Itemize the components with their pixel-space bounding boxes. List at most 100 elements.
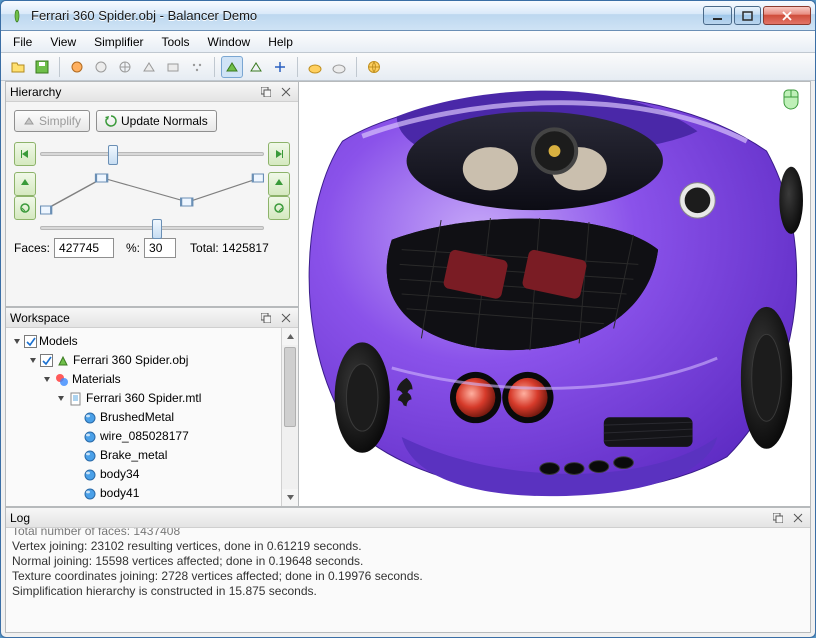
render-points-icon[interactable]	[186, 56, 208, 78]
undock-icon[interactable]	[258, 311, 274, 325]
menu-window[interactable]: Window	[200, 33, 259, 51]
open-icon[interactable]	[7, 56, 29, 78]
shade-smooth-icon[interactable]	[221, 56, 243, 78]
slider-step-forward-icon[interactable]	[268, 142, 290, 166]
shade-normals-icon[interactable]	[269, 56, 291, 78]
material-icon	[82, 448, 98, 464]
menu-view[interactable]: View	[42, 33, 84, 51]
range-slider[interactable]	[40, 226, 264, 230]
tree-row-file[interactable]: Ferrari 360 Spider.obj	[12, 351, 281, 370]
mesh-icon	[55, 353, 71, 369]
workspace-title: Workspace	[10, 311, 254, 325]
slider-thumb[interactable]	[108, 145, 118, 165]
workspace-header: Workspace	[6, 308, 298, 328]
collapse-icon[interactable]	[42, 375, 52, 385]
shade-flat-icon[interactable]	[245, 56, 267, 78]
faces-input[interactable]	[54, 238, 114, 258]
menu-file[interactable]: File	[5, 33, 40, 51]
maximize-button[interactable]	[734, 6, 761, 25]
tree-row-mtl[interactable]: Ferrari 360 Spider.mtl	[12, 389, 281, 408]
material-icon	[82, 410, 98, 426]
material-icon	[82, 505, 98, 507]
stats-row: Faces: %: Total: 1425817	[14, 238, 290, 258]
close-panel-icon[interactable]	[278, 311, 294, 325]
slider-step-back-icon[interactable]	[14, 142, 36, 166]
curve-editor[interactable]	[40, 172, 264, 218]
toolbar-separator	[214, 57, 215, 77]
slider-thumb[interactable]	[152, 219, 162, 239]
tree-row-models[interactable]: Models	[12, 332, 281, 351]
save-icon[interactable]	[31, 56, 53, 78]
workspace-body: Models Ferrari 360 Spider.obj Materials	[6, 328, 298, 506]
render-solid-icon[interactable]	[90, 56, 112, 78]
tree-row-material[interactable]: Brake_metal	[12, 446, 281, 465]
update-normals-button[interactable]: Update Normals	[96, 110, 217, 132]
tree-row-material[interactable]: wire_085028177	[12, 427, 281, 446]
tree-row-material[interactable]: body34	[12, 465, 281, 484]
tree-label: body34	[100, 466, 139, 483]
window-title: Ferrari 360 Spider.obj - Balancer Demo	[31, 8, 695, 23]
toolbar-separator	[297, 57, 298, 77]
percent-input[interactable]	[144, 238, 176, 258]
menu-help[interactable]: Help	[260, 33, 301, 51]
curve-top-left-icon[interactable]	[14, 172, 36, 196]
curve-bottom-right-icon[interactable]	[268, 196, 290, 220]
light-back-icon[interactable]	[328, 56, 350, 78]
percent-label: %:	[126, 241, 140, 255]
curve-top-right-icon[interactable]	[268, 172, 290, 196]
material-icon	[82, 429, 98, 445]
close-button[interactable]	[763, 6, 811, 25]
minimize-button[interactable]	[703, 6, 732, 25]
tree-row-material[interactable]: BrushedMetal	[12, 408, 281, 427]
toolbar	[1, 53, 815, 81]
tree-row-materials[interactable]: Materials	[12, 370, 281, 389]
scroll-up-icon[interactable]	[282, 328, 298, 345]
tree-label: wire_085028177	[100, 428, 189, 445]
hierarchy-panel: Hierarchy Simplify Update Normals	[5, 81, 299, 307]
hierarchy-title: Hierarchy	[10, 85, 254, 99]
render-textured-icon[interactable]	[66, 56, 88, 78]
material-icon	[82, 467, 98, 483]
tree-row-material[interactable]: chrom	[12, 503, 281, 506]
lod-slider-row	[14, 142, 290, 166]
curve-bottom-left-icon[interactable]	[14, 196, 36, 220]
menu-simplifier[interactable]: Simplifier	[86, 33, 151, 51]
menu-tools[interactable]: Tools	[153, 33, 197, 51]
tree-label: BrushedMetal	[100, 409, 174, 426]
simplify-button[interactable]: Simplify	[14, 110, 90, 132]
globe-icon[interactable]	[363, 56, 385, 78]
update-normals-label: Update Normals	[121, 114, 208, 128]
tree-label: Ferrari 360 Spider.mtl	[86, 390, 201, 407]
checkbox-icon[interactable]	[24, 335, 37, 348]
log-header: Log	[6, 508, 810, 528]
tree-row-material[interactable]: body41	[12, 484, 281, 503]
log-line: Simplification hierarchy is constructed …	[12, 584, 804, 599]
scroll-down-icon[interactable]	[282, 489, 298, 506]
light-front-icon[interactable]	[304, 56, 326, 78]
client-area: Hierarchy Simplify Update Normals	[5, 81, 811, 633]
faces-label: Faces:	[14, 241, 50, 255]
scroll-thumb[interactable]	[284, 347, 296, 427]
render-hidden-icon[interactable]	[138, 56, 160, 78]
render-wire-icon[interactable]	[114, 56, 136, 78]
materials-icon	[54, 372, 70, 388]
collapse-icon[interactable]	[28, 356, 38, 366]
total-label: Total: 1425817	[190, 241, 269, 255]
viewport-3d[interactable]	[299, 81, 811, 507]
undock-icon[interactable]	[770, 511, 786, 525]
log-body[interactable]: Total number of faces: 1437408 Vertex jo…	[6, 528, 810, 632]
undock-icon[interactable]	[258, 85, 274, 99]
checkbox-icon[interactable]	[40, 354, 53, 367]
lod-slider[interactable]	[40, 152, 264, 156]
scrollbar-vertical[interactable]	[281, 328, 298, 506]
close-panel-icon[interactable]	[278, 85, 294, 99]
scroll-track[interactable]	[282, 345, 298, 489]
mouse-mode-icon[interactable]	[782, 88, 800, 113]
app-icon	[9, 8, 25, 24]
close-panel-icon[interactable]	[790, 511, 806, 525]
collapse-icon[interactable]	[12, 337, 22, 347]
collapse-icon[interactable]	[56, 394, 66, 404]
window-buttons	[701, 6, 811, 25]
tree-label: chrom	[100, 504, 133, 506]
render-flat-icon[interactable]	[162, 56, 184, 78]
